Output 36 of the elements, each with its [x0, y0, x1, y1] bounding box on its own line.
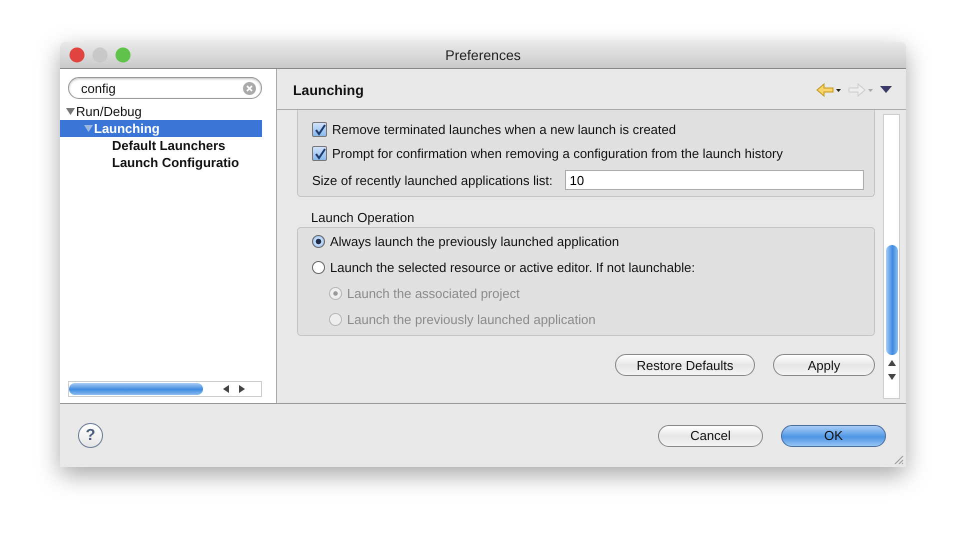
push-button[interactable]: Cancel	[658, 424, 763, 446]
field-label: Size of recently launched applications list:	[312, 172, 553, 188]
vertical-scrollbar[interactable]	[883, 114, 900, 399]
checkbox-label: Remove terminated launches when a new launch is created	[332, 122, 676, 137]
help-button[interactable]: ?	[78, 423, 103, 448]
search-field[interactable]: config	[68, 77, 262, 99]
resize-grip-icon[interactable]	[893, 454, 904, 465]
scroll-left-icon[interactable]	[222, 385, 230, 393]
default-button[interactable]: OK	[781, 424, 886, 446]
checkbox-label: Prompt for confirmation when removing a configuration from the launch history	[332, 146, 783, 161]
input-field[interactable]: 10	[564, 170, 864, 190]
tree-item[interactable]: Run/Debug	[60, 103, 262, 120]
radio-label: Always launch the previously launched application	[330, 234, 620, 249]
radio-button[interactable]	[312, 235, 325, 248]
group-title: Launch Operation	[311, 210, 416, 225]
scroll-down-icon[interactable]	[888, 373, 896, 381]
back-arrow-icon[interactable]	[816, 83, 842, 97]
menu-triangle-icon[interactable]	[880, 86, 892, 94]
radio-button[interactable]	[312, 261, 325, 274]
horizontal-scrollbar[interactable]	[68, 381, 262, 397]
scroll-right-icon[interactable]	[238, 385, 246, 393]
window-title: Preferences	[445, 47, 521, 63]
clear-icon[interactable]	[243, 82, 256, 94]
checkbox[interactable]	[312, 146, 327, 161]
window-controls-icon[interactable]	[69, 47, 131, 63]
tree-item[interactable]: Launching	[60, 120, 262, 137]
push-button[interactable]: Apply	[773, 354, 875, 376]
tree-item[interactable]: Launch Configuratio	[60, 154, 262, 171]
push-button[interactable]: Restore Defaults	[615, 354, 755, 376]
scroll-up-icon[interactable]	[888, 359, 896, 367]
radio-label: Launch the associated project	[347, 286, 520, 301]
radio-label: Launch the previously launched application	[347, 312, 596, 327]
page-title: Launching	[293, 82, 364, 98]
tree-item[interactable]: Default Launchers	[60, 137, 262, 154]
checkbox[interactable]	[312, 122, 327, 137]
radio-label: Launch the selected resource or active editor. If not launchable:	[330, 260, 695, 275]
